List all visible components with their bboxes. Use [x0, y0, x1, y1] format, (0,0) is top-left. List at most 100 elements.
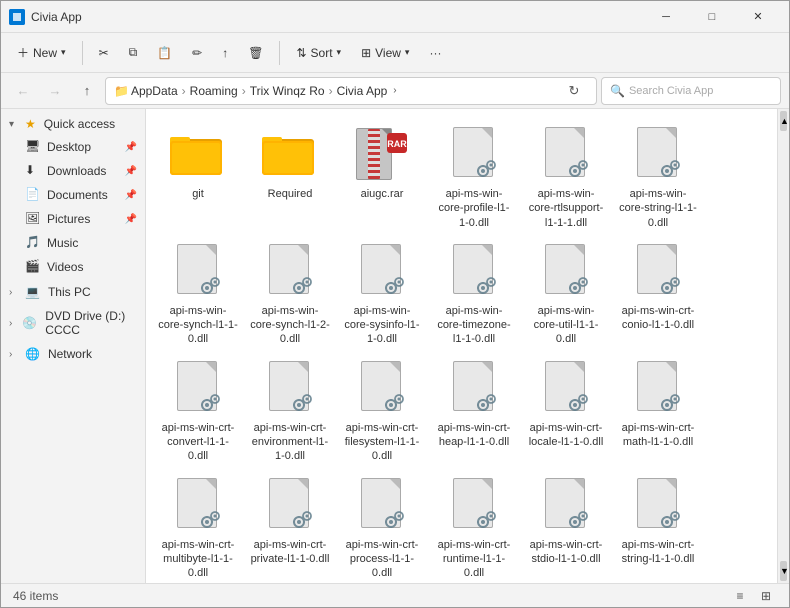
file-item[interactable]: api-ms-win-core-profile-l1-1-0.dll: [430, 121, 518, 234]
dll-icon: [449, 127, 499, 183]
dvd-chevron-icon: ›: [9, 318, 18, 329]
gear-icon: [565, 272, 591, 298]
network-header[interactable]: › 🌐 Network: [1, 343, 145, 365]
sort-button[interactable]: ⇅ Sort ▾: [288, 42, 349, 64]
sidebar-item-desktop[interactable]: 🖥 Desktop 📌: [1, 135, 145, 159]
file-item[interactable]: api-ms-win-crt-private-l1-1-0.dll: [246, 472, 334, 583]
forward-button[interactable]: →: [41, 77, 69, 105]
file-area: git Required RAR aiugc.rar: [146, 109, 777, 583]
toolbar: ＋ New ▾ ✂ ⧉ 📋 ✏ ↑ 🗑 ⇅ Sort ▾ ⊞: [1, 33, 789, 73]
quick-access-header[interactable]: ▾ ★ Quick access: [1, 113, 145, 135]
up-button[interactable]: ↑: [73, 77, 101, 105]
file-item[interactable]: api-ms-win-crt-runtime-l1-1-0.dll: [430, 472, 518, 583]
gear-icon: [289, 506, 315, 532]
close-button[interactable]: ✕: [735, 1, 781, 33]
file-icon-wrapper: [168, 476, 228, 536]
breadcrumb-civia[interactable]: Civia App: [337, 84, 388, 98]
delete-button[interactable]: 🗑: [240, 42, 271, 64]
share-icon: ↑: [222, 46, 228, 60]
scroll-down-button[interactable]: ▼: [780, 561, 787, 581]
view-chevron-icon: ▾: [405, 47, 410, 58]
sort-icon: ⇅: [296, 46, 306, 60]
dll-icon: [265, 478, 315, 534]
refresh-button[interactable]: ↻: [560, 77, 588, 105]
file-item[interactable]: Required: [246, 121, 334, 234]
dll-icon: [357, 478, 407, 534]
share-button[interactable]: ↑: [214, 42, 236, 64]
app-icon: [9, 9, 25, 25]
grid-view-button[interactable]: ⊞: [755, 585, 777, 607]
search-box[interactable]: 🔍 Search Civia App: [601, 77, 781, 105]
sidebar-item-pictures[interactable]: 🖼 Pictures 📌: [1, 207, 145, 231]
maximize-button[interactable]: □: [689, 1, 735, 33]
cut-button[interactable]: ✂: [91, 42, 117, 64]
gear-icon: [473, 389, 499, 415]
dvd-header[interactable]: › 💿 DVD Drive (D:) CCCC: [1, 305, 145, 341]
file-item[interactable]: api-ms-win-core-synch-l1-2-0.dll: [246, 238, 334, 351]
file-item[interactable]: api-ms-win-core-sysinfo-l1-1-0.dll: [338, 238, 426, 351]
sidebar-music-label: Music: [47, 236, 78, 250]
file-item[interactable]: api-ms-win-crt-string-l1-1-0.dll: [614, 472, 702, 583]
sidebar-item-documents[interactable]: 📄 Documents 📌: [1, 183, 145, 207]
thispc-header[interactable]: › 💻 This PC: [1, 281, 145, 303]
rename-button[interactable]: ✏: [184, 42, 210, 64]
file-item[interactable]: api-ms-win-core-synch-l1-1-0.dll: [154, 238, 242, 351]
file-item[interactable]: api-ms-win-crt-filesystem-l1-1-0.dll: [338, 355, 426, 468]
thispc-icon: 💻: [25, 285, 40, 299]
copy-button[interactable]: ⧉: [121, 41, 146, 64]
network-icon: 🌐: [25, 347, 40, 361]
file-name: api-ms-win-core-timezone-l1-1-0.dll: [434, 304, 514, 347]
back-button[interactable]: ←: [9, 77, 37, 105]
explorer-window: Civia App ─ □ ✕ ＋ New ▾ ✂ ⧉ 📋 ✏ ↑ 🗑: [0, 0, 790, 608]
file-item[interactable]: RAR aiugc.rar: [338, 121, 426, 234]
file-icon-wrapper: [628, 359, 688, 419]
scrollbar[interactable]: ▲ ▼: [777, 109, 789, 583]
file-item[interactable]: api-ms-win-crt-multibyte-l1-1-0.dll: [154, 472, 242, 583]
sidebar-downloads-label: Downloads: [47, 164, 106, 178]
breadcrumb-appdata[interactable]: AppData: [131, 84, 178, 98]
list-view-button[interactable]: ≡: [729, 585, 751, 607]
dll-icon: [633, 127, 683, 183]
svg-text:RAR: RAR: [387, 139, 407, 149]
gear-icon: [657, 506, 683, 532]
breadcrumb[interactable]: 📁 AppData › Roaming › Trix Winqz Ro › Ci…: [105, 77, 597, 105]
network-label: Network: [48, 347, 92, 361]
file-item[interactable]: api-ms-win-crt-conio-l1-1-0.dll: [614, 238, 702, 351]
file-item[interactable]: api-ms-win-crt-stdio-l1-1-0.dll: [522, 472, 610, 583]
dll-icon: [541, 478, 591, 534]
file-icon-wrapper: [536, 476, 596, 536]
file-item[interactable]: api-ms-win-core-util-l1-1-0.dll: [522, 238, 610, 351]
file-icon-wrapper: [352, 476, 412, 536]
paste-button[interactable]: 📋: [149, 42, 180, 64]
view-button[interactable]: ⊞ View ▾: [353, 42, 417, 64]
breadcrumb-expand-icon[interactable]: ›: [393, 85, 396, 96]
file-item[interactable]: api-ms-win-crt-locale-l1-1-0.dll: [522, 355, 610, 468]
new-button[interactable]: ＋ New ▾: [9, 40, 74, 65]
minimize-button[interactable]: ─: [643, 1, 689, 33]
file-icon-wrapper: [628, 476, 688, 536]
breadcrumb-trix[interactable]: Trix Winqz Ro: [250, 84, 325, 98]
file-name: api-ms-win-crt-convert-l1-1-0.dll: [158, 421, 238, 464]
file-item[interactable]: api-ms-win-crt-process-l1-1-0.dll: [338, 472, 426, 583]
gear-icon: [197, 506, 223, 532]
sidebar-item-downloads[interactable]: ⬇ Downloads 📌: [1, 159, 145, 183]
sidebar-item-videos[interactable]: 🎬 Videos: [1, 255, 145, 279]
more-button[interactable]: ···: [421, 42, 449, 64]
file-item[interactable]: api-ms-win-core-timezone-l1-1-0.dll: [430, 238, 518, 351]
file-name: api-ms-win-crt-private-l1-1-0.dll: [250, 538, 330, 567]
file-item[interactable]: api-ms-win-crt-environment-l1-1-0.dll: [246, 355, 334, 468]
view-icons: ≡ ⊞: [729, 585, 777, 607]
dll-icon: [633, 478, 683, 534]
file-icon-wrapper: [536, 125, 596, 185]
sidebar-item-music[interactable]: 🎵 Music: [1, 231, 145, 255]
file-item[interactable]: api-ms-win-core-rtlsupport-l1-1-1.dll: [522, 121, 610, 234]
file-item[interactable]: git: [154, 121, 242, 234]
breadcrumb-roaming[interactable]: Roaming: [190, 84, 238, 98]
scroll-up-button[interactable]: ▲: [780, 111, 787, 131]
file-item[interactable]: api-ms-win-crt-math-l1-1-0.dll: [614, 355, 702, 468]
rar-icon: RAR: [356, 128, 408, 182]
file-item[interactable]: api-ms-win-crt-convert-l1-1-0.dll: [154, 355, 242, 468]
pictures-pin-icon: 📌: [125, 214, 137, 225]
file-item[interactable]: api-ms-win-core-string-l1-1-0.dll: [614, 121, 702, 234]
file-item[interactable]: api-ms-win-crt-heap-l1-1-0.dll: [430, 355, 518, 468]
